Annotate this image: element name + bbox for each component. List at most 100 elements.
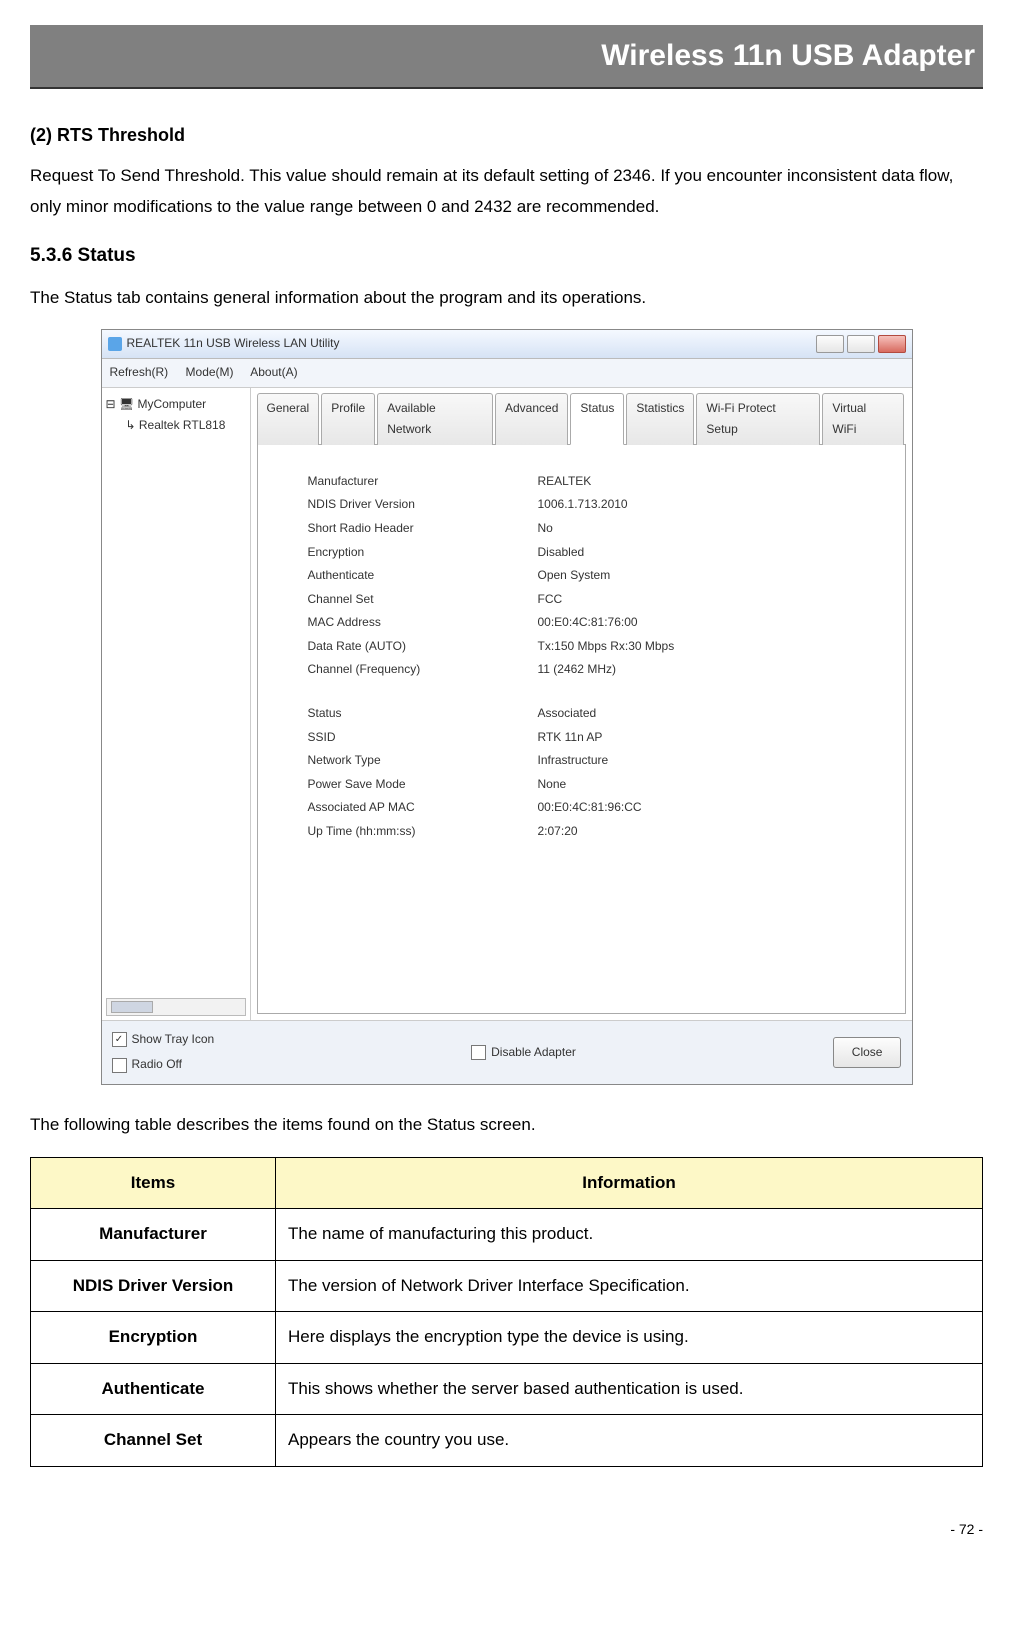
tree-scrollbar[interactable] (106, 998, 246, 1016)
status-value: No (538, 518, 553, 540)
status-row: Up Time (hh:mm:ss)2:07:20 (308, 821, 855, 843)
checkbox-show-tray[interactable]: ✓Show Tray Icon (112, 1029, 215, 1051)
status-value: REALTEK (538, 471, 592, 493)
status-key: Associated AP MAC (308, 797, 538, 819)
tab-available-network[interactable]: Available Network (377, 393, 493, 445)
close-button[interactable]: Close (833, 1037, 902, 1069)
table-cell-info: This shows whether the server based auth… (276, 1363, 983, 1415)
status-value: RTK 11n AP (538, 727, 603, 749)
status-row: EncryptionDisabled (308, 542, 855, 564)
app-window: REALTEK 11n USB Wireless LAN Utility Ref… (101, 329, 913, 1085)
window-titlebar: REALTEK 11n USB Wireless LAN Utility (102, 330, 912, 359)
tab-body-status: ManufacturerREALTEKNDIS Driver Version10… (257, 445, 906, 1014)
status-value: Open System (538, 565, 611, 587)
status-row: Channel (Frequency)11 (2462 MHz) (308, 659, 855, 681)
table-cell-item: Encryption (31, 1312, 276, 1364)
status-value: Disabled (538, 542, 585, 564)
status-key: Channel Set (308, 589, 538, 611)
menu-about[interactable]: About(A) (250, 365, 297, 379)
tab-bar: General Profile Available Network Advanc… (257, 392, 906, 445)
table-row: ManufacturerThe name of manufacturing th… (31, 1209, 983, 1261)
status-value: Associated (538, 703, 597, 725)
table-intro: The following table describes the items … (30, 1110, 983, 1141)
tab-status[interactable]: Status (570, 393, 624, 445)
status-heading: 5.3.6 Status (30, 239, 983, 273)
status-row: Channel SetFCC (308, 589, 855, 611)
status-value: 11 (2462 MHz) (538, 659, 616, 681)
table-row: NDIS Driver VersionThe version of Networ… (31, 1260, 983, 1312)
app-icon (108, 337, 122, 351)
table-cell-info: Here displays the encryption type the de… (276, 1312, 983, 1364)
status-key: Up Time (hh:mm:ss) (308, 821, 538, 843)
status-key: Power Save Mode (308, 774, 538, 796)
tree-root[interactable]: ⊟ 🖥 MyComputer (106, 394, 246, 416)
status-key: SSID (308, 727, 538, 749)
status-key: Encryption (308, 542, 538, 564)
status-key: Channel (Frequency) (308, 659, 538, 681)
description-table: Items Information ManufacturerThe name o… (30, 1157, 983, 1468)
checkbox-radio-off[interactable]: Radio Off (112, 1054, 215, 1076)
tab-advanced[interactable]: Advanced (495, 393, 568, 445)
status-key: Status (308, 703, 538, 725)
tab-wps[interactable]: Wi-Fi Protect Setup (696, 393, 820, 445)
status-key: Manufacturer (308, 471, 538, 493)
tab-virtual-wifi[interactable]: Virtual WiFi (822, 393, 903, 445)
status-key: Data Rate (AUTO) (308, 636, 538, 658)
table-cell-info: Appears the country you use. (276, 1415, 983, 1467)
window-title: REALTEK 11n USB Wireless LAN Utility (127, 333, 340, 355)
rts-heading: (2) RTS Threshold (30, 119, 983, 151)
rts-paragraph: Request To Send Threshold. This value sh… (30, 161, 983, 222)
status-key: Short Radio Header (308, 518, 538, 540)
table-row: AuthenticateThis shows whether the serve… (31, 1363, 983, 1415)
status-row: Network TypeInfrastructure (308, 750, 855, 772)
status-row: Associated AP MAC00:E0:4C:81:96:CC (308, 797, 855, 819)
status-row: StatusAssociated (308, 703, 855, 725)
status-key: Authenticate (308, 565, 538, 587)
table-cell-item: Authenticate (31, 1363, 276, 1415)
status-value: 2:07:20 (538, 821, 578, 843)
status-value: 00:E0:4C:81:96:CC (538, 797, 642, 819)
table-cell-item: NDIS Driver Version (31, 1260, 276, 1312)
table-header-items: Items (31, 1157, 276, 1209)
screenshot-container: REALTEK 11n USB Wireless LAN Utility Ref… (30, 329, 983, 1085)
maximize-button[interactable] (847, 335, 875, 353)
status-value: Tx:150 Mbps Rx:30 Mbps (538, 636, 675, 658)
menubar: Refresh(R) Mode(M) About(A) (102, 359, 912, 388)
tab-profile[interactable]: Profile (321, 393, 375, 445)
minimize-button[interactable] (816, 335, 844, 353)
table-cell-info: The name of manufacturing this product. (276, 1209, 983, 1261)
window-close-button[interactable] (878, 335, 906, 353)
device-tree: ⊟ 🖥 MyComputer ↳ Realtek RTL818 (102, 388, 251, 1020)
window-footer: ✓Show Tray Icon Radio Off Disable Adapte… (102, 1020, 912, 1084)
status-row: Data Rate (AUTO)Tx:150 Mbps Rx:30 Mbps (308, 636, 855, 658)
page-number: - 72 - (30, 1517, 983, 1542)
status-value: None (538, 774, 567, 796)
table-cell-item: Channel Set (31, 1415, 276, 1467)
status-key: Network Type (308, 750, 538, 772)
status-value: 1006.1.713.2010 (538, 494, 628, 516)
status-row: ManufacturerREALTEK (308, 471, 855, 493)
tab-statistics[interactable]: Statistics (626, 393, 694, 445)
status-key: NDIS Driver Version (308, 494, 538, 516)
status-key: MAC Address (308, 612, 538, 634)
status-value: FCC (538, 589, 563, 611)
status-row: SSIDRTK 11n AP (308, 727, 855, 749)
status-value: 00:E0:4C:81:76:00 (538, 612, 638, 634)
menu-mode[interactable]: Mode(M) (186, 365, 234, 379)
table-row: Channel SetAppears the country you use. (31, 1415, 983, 1467)
table-cell-item: Manufacturer (31, 1209, 276, 1261)
status-row: Power Save ModeNone (308, 774, 855, 796)
table-header-info: Information (276, 1157, 983, 1209)
menu-refresh[interactable]: Refresh(R) (110, 365, 169, 379)
status-row: NDIS Driver Version1006.1.713.2010 (308, 494, 855, 516)
status-row: MAC Address00:E0:4C:81:76:00 (308, 612, 855, 634)
table-row: EncryptionHere displays the encryption t… (31, 1312, 983, 1364)
tab-general[interactable]: General (257, 393, 320, 445)
status-paragraph: The Status tab contains general informat… (30, 283, 983, 314)
status-row: Short Radio HeaderNo (308, 518, 855, 540)
table-cell-info: The version of Network Driver Interface … (276, 1260, 983, 1312)
doc-header: Wireless 11n USB Adapter (30, 25, 983, 89)
tree-child[interactable]: ↳ Realtek RTL818 (106, 415, 246, 437)
checkbox-disable-adapter[interactable]: Disable Adapter (471, 1042, 576, 1064)
status-row: AuthenticateOpen System (308, 565, 855, 587)
